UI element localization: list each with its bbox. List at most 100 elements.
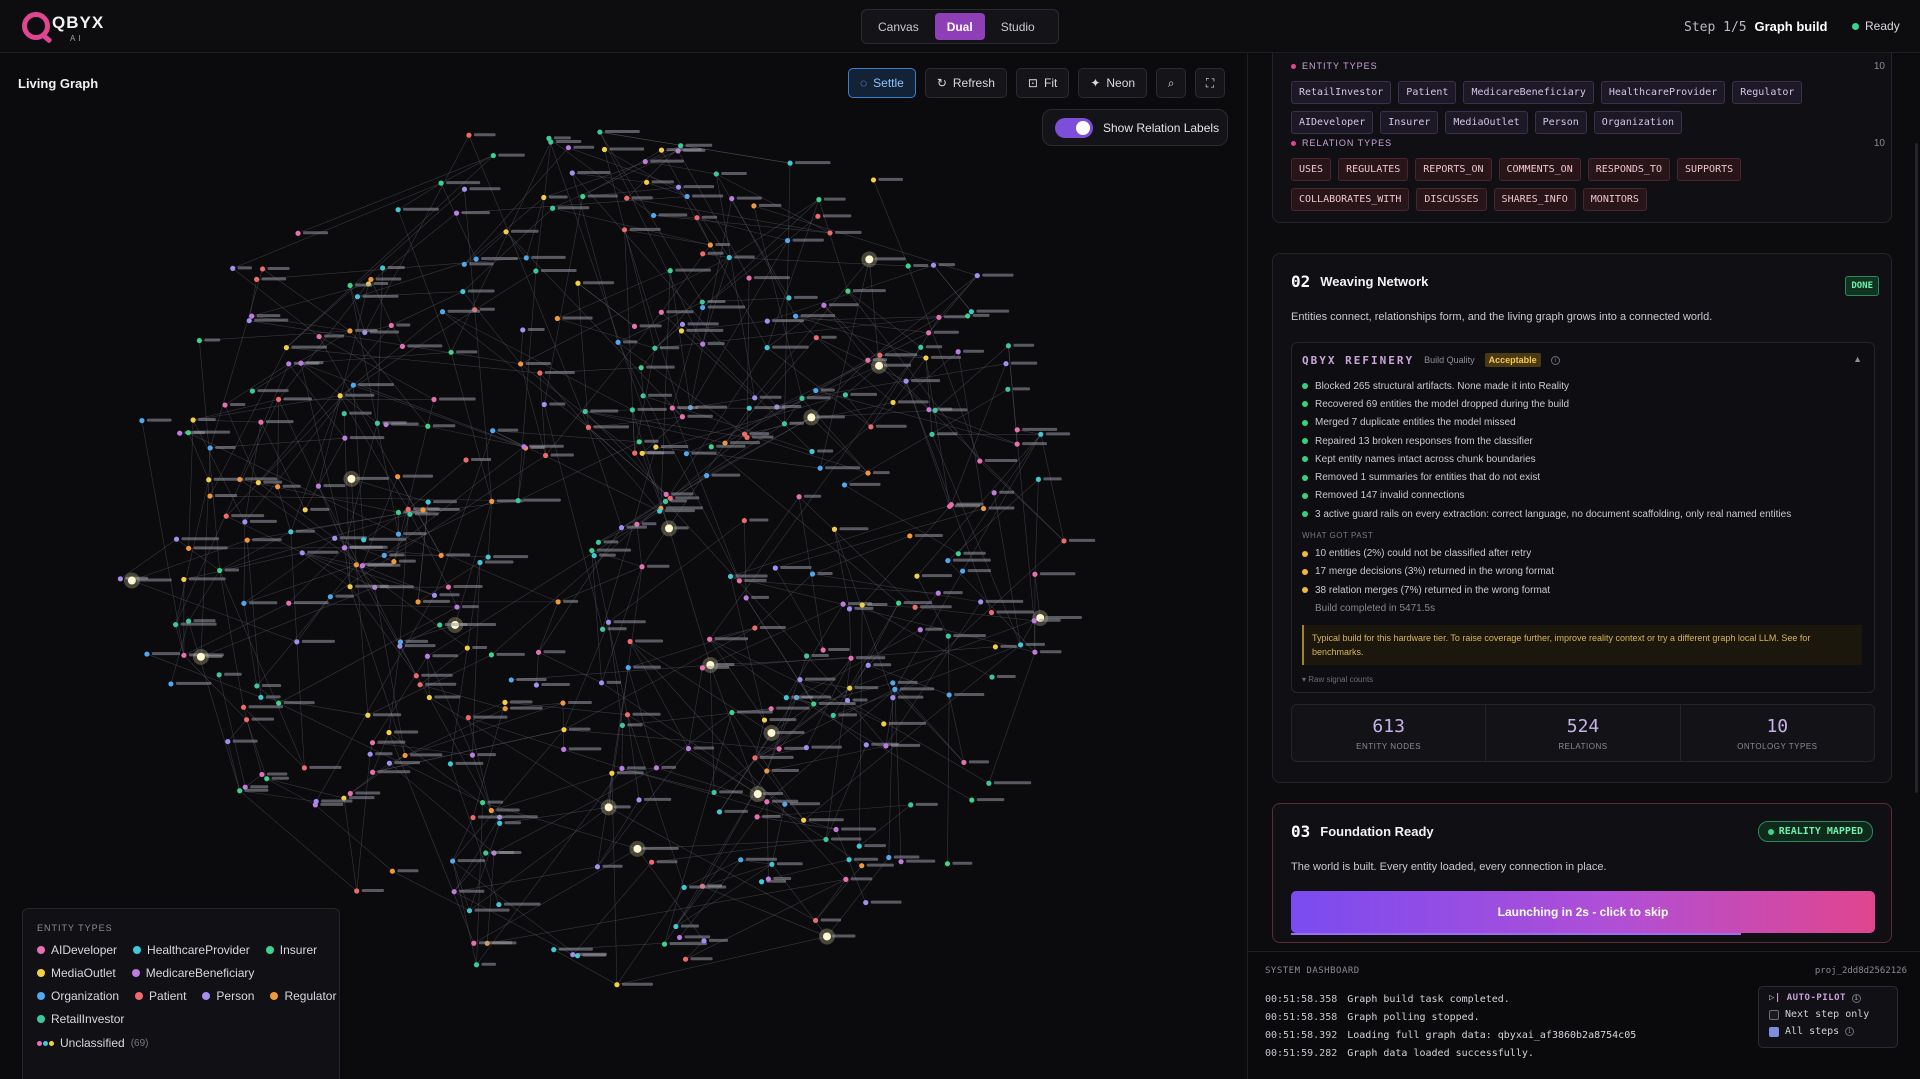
graph-node[interactable] — [848, 655, 854, 661]
graph-node[interactable] — [589, 547, 595, 554]
graph-node[interactable] — [947, 503, 953, 509]
graph-node[interactable] — [243, 717, 250, 723]
entity-type-tag[interactable]: Regulator — [1732, 81, 1803, 104]
graph-node[interactable] — [216, 672, 222, 678]
graph-node[interactable] — [185, 430, 191, 436]
graph-node[interactable] — [327, 594, 333, 600]
graph-node[interactable] — [923, 355, 929, 361]
right-panel-scrollbar[interactable] — [1915, 143, 1918, 793]
graph-node[interactable] — [407, 511, 413, 517]
graph-node[interactable] — [726, 254, 732, 261]
graph-node[interactable] — [627, 638, 633, 645]
graph-node[interactable] — [473, 962, 480, 968]
next-step-only-option[interactable]: Next step only — [1769, 1009, 1887, 1020]
graph-node[interactable] — [298, 360, 304, 366]
graph-node[interactable] — [907, 533, 913, 539]
graph-node[interactable] — [799, 395, 805, 401]
graph-node[interactable] — [636, 797, 642, 803]
graph-node[interactable] — [518, 361, 524, 367]
graph-node[interactable] — [342, 435, 348, 441]
graph-node[interactable] — [354, 294, 361, 300]
graph-node[interactable] — [649, 859, 655, 865]
graph-node[interactable] — [681, 884, 687, 891]
graph-node[interactable] — [276, 700, 282, 706]
graph-node[interactable] — [803, 745, 810, 751]
relation-type-tag[interactable]: REGULATES — [1338, 158, 1409, 181]
graph-node[interactable] — [988, 609, 995, 616]
graph-node[interactable] — [815, 213, 821, 219]
graph-node[interactable] — [624, 712, 631, 718]
graph-node[interactable] — [575, 280, 581, 286]
graph-node[interactable] — [846, 857, 852, 863]
graph-node[interactable] — [642, 159, 648, 165]
graph-node[interactable] — [651, 212, 657, 219]
graph-node[interactable] — [898, 859, 904, 865]
legend-item[interactable]: MediaOutlet — [37, 966, 116, 980]
graph-node[interactable] — [926, 330, 932, 336]
graph-node[interactable] — [460, 288, 466, 295]
graph-node[interactable] — [813, 387, 819, 394]
graph-node[interactable] — [254, 683, 260, 689]
graph-node[interactable] — [490, 152, 496, 159]
graph-node[interactable] — [464, 645, 470, 651]
raw-signal-toggle[interactable]: ▾ Raw signal counts — [1302, 675, 1864, 684]
graph-node[interactable] — [820, 647, 826, 653]
graph-node[interactable] — [944, 861, 951, 867]
graph-node[interactable] — [629, 407, 636, 413]
all-steps-info-icon[interactable]: i — [1845, 1027, 1855, 1036]
graph-node[interactable] — [827, 230, 833, 236]
graph-node[interactable] — [521, 444, 527, 450]
graph-node[interactable] — [881, 721, 887, 727]
graph-node[interactable] — [533, 682, 540, 688]
graph-node[interactable] — [533, 268, 539, 274]
graph-node[interactable] — [299, 550, 305, 556]
graph-node[interactable] — [955, 551, 961, 557]
graph-node[interactable] — [347, 474, 356, 483]
graph-node[interactable] — [1031, 618, 1037, 624]
graph-node[interactable] — [605, 619, 612, 625]
graph-node[interactable] — [764, 318, 770, 324]
graph-node[interactable] — [729, 196, 735, 202]
graph-node[interactable] — [754, 814, 760, 820]
graph-node[interactable] — [699, 299, 705, 305]
graph-node[interactable] — [541, 401, 547, 408]
graph-node[interactable] — [286, 600, 292, 606]
relation-type-tag[interactable]: MONITORS — [1582, 188, 1647, 211]
graph-node[interactable] — [565, 145, 572, 151]
graph-node[interactable] — [315, 483, 322, 489]
graph-node[interactable] — [246, 318, 252, 324]
graph-node[interactable] — [936, 314, 942, 320]
relation-type-tag[interactable]: REPORTS_ON — [1415, 158, 1492, 181]
graph-node[interactable] — [223, 513, 229, 519]
graph-node[interactable] — [945, 557, 951, 564]
graph-node[interactable] — [1035, 476, 1041, 482]
graph-node[interactable] — [508, 677, 514, 683]
graph-node[interactable] — [809, 448, 815, 455]
graph-node[interactable] — [914, 573, 920, 579]
graph-node[interactable] — [395, 509, 402, 516]
graph-node[interactable] — [437, 622, 443, 628]
graph-node[interactable] — [196, 337, 202, 344]
graph-node[interactable] — [840, 601, 846, 607]
graph-node[interactable] — [753, 790, 762, 799]
graph-node[interactable] — [367, 751, 373, 757]
graph-node[interactable] — [955, 349, 961, 355]
graph-node[interactable] — [168, 681, 174, 687]
graph-node[interactable] — [424, 653, 431, 659]
graph-node[interactable] — [591, 552, 597, 559]
graph-node[interactable] — [935, 590, 941, 596]
graph-node[interactable] — [636, 439, 642, 445]
graph-node[interactable] — [225, 738, 231, 745]
graph-node[interactable] — [764, 345, 770, 351]
graph-node[interactable] — [450, 858, 456, 864]
all-steps-checkbox[interactable] — [1769, 1026, 1779, 1037]
graph-node[interactable] — [986, 780, 992, 786]
graph-node[interactable] — [477, 559, 483, 566]
graph-node[interactable] — [438, 180, 444, 186]
graph-node[interactable] — [388, 322, 394, 329]
graph-node[interactable] — [386, 760, 393, 766]
graph-node[interactable] — [1014, 441, 1020, 447]
graph-node[interactable] — [254, 276, 260, 282]
legend-item[interactable]: Organization — [37, 989, 119, 1003]
collapse-chevron-icon[interactable]: ▲ — [1853, 354, 1862, 364]
